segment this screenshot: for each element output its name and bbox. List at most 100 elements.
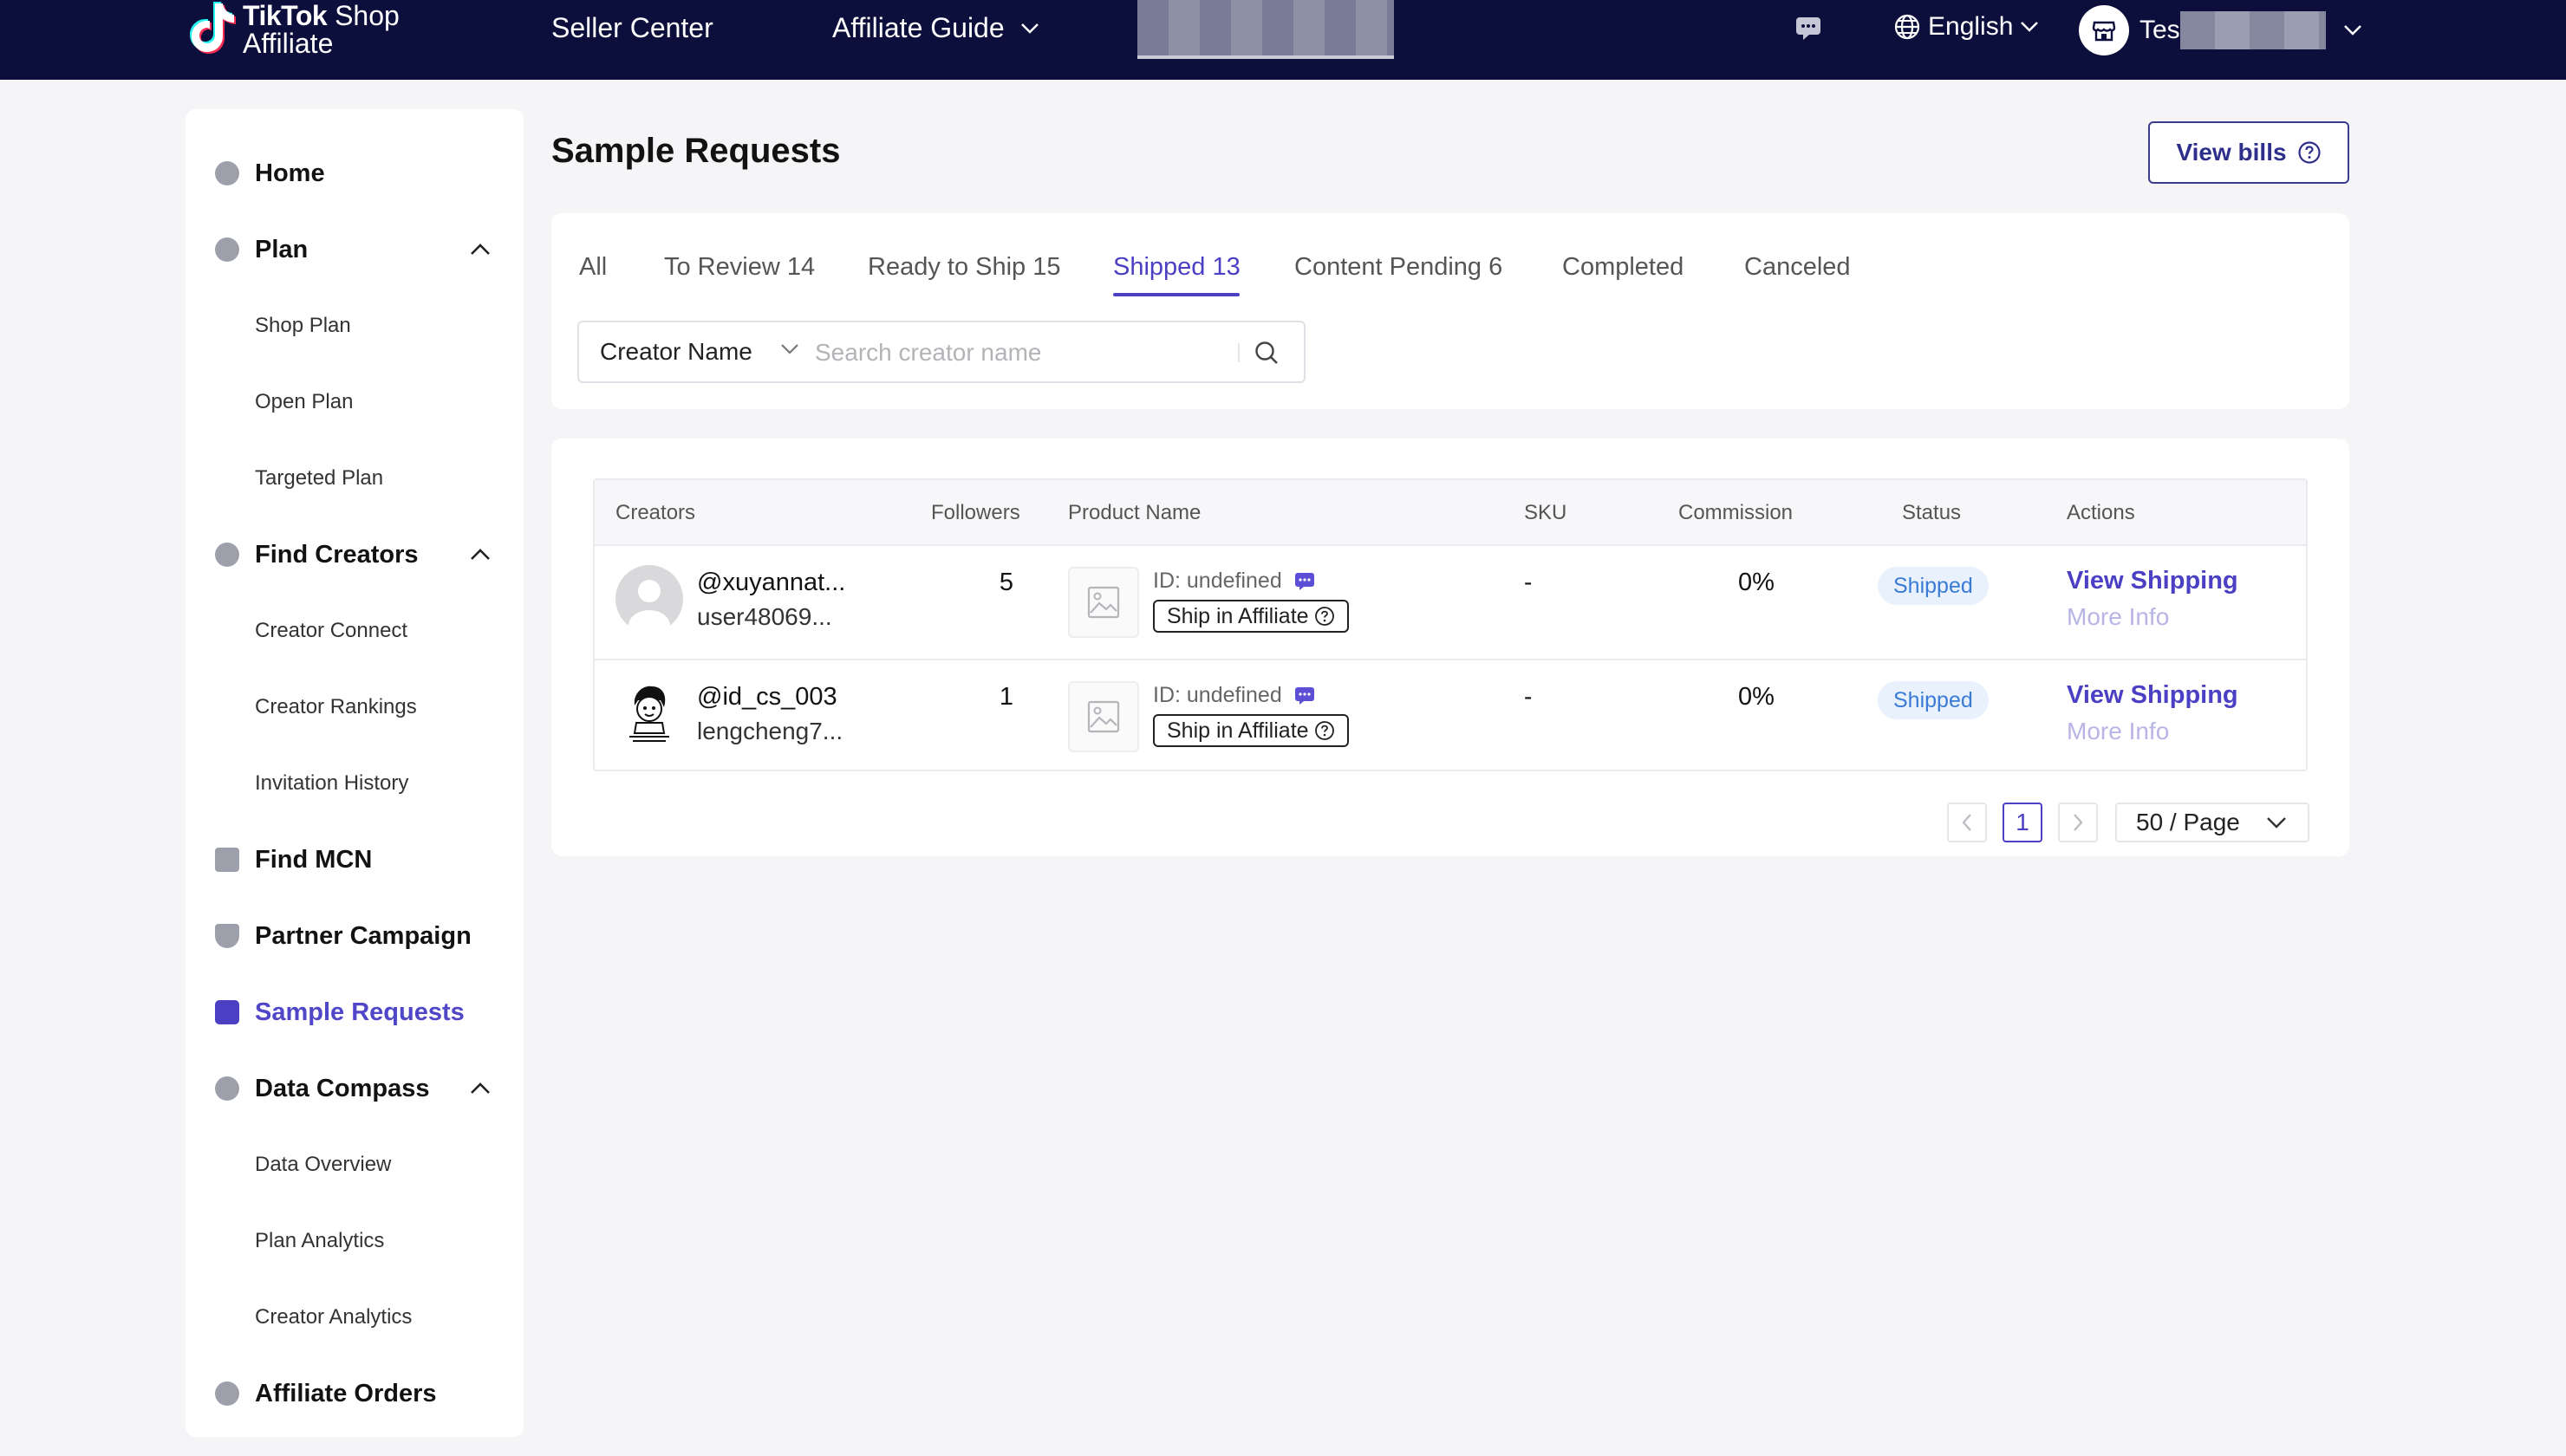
sidebar-subitem-label: Creator Rankings: [255, 695, 417, 718]
more-info-link[interactable]: More Info: [2067, 603, 2169, 631]
search-icon[interactable]: [1254, 340, 1280, 366]
product-id: ID: undefined: [1153, 569, 1315, 594]
tab-canceled[interactable]: Canceled: [1744, 253, 1851, 282]
chevron-left-icon: [1962, 814, 1971, 831]
sidebar-item-creator-connect[interactable]: Creator Connect: [186, 605, 524, 657]
chevron-down-icon[interactable]: [780, 343, 799, 355]
sample-requests-table-card: Creators Followers Product Name SKU Comm…: [551, 439, 2349, 856]
sample-icon: [215, 1000, 239, 1024]
sidebar-item-label: Plan: [255, 235, 309, 263]
chevron-down-icon: [2267, 817, 2286, 829]
sidebar-item-partner-campaign[interactable]: Partner Campaign: [186, 910, 524, 962]
compass-icon: [215, 1076, 239, 1101]
tab-completed[interactable]: Completed: [1562, 253, 1684, 282]
chevron-down-icon: [1020, 23, 1039, 34]
status-badge: Shipped: [1878, 681, 1989, 719]
sidebar-item-plan[interactable]: Plan: [186, 224, 524, 276]
help-circle-icon: [2297, 141, 2321, 164]
sidebar-item-creator-rankings[interactable]: Creator Rankings: [186, 681, 524, 733]
nav-affiliate-guide-label: Affiliate Guide: [832, 12, 1005, 43]
table-row: @xuyannat... user48069... 5 ID: undefine…: [595, 546, 2306, 659]
sidebar-subitem-label: Creator Analytics: [255, 1305, 413, 1329]
sidebar-subitem-label: Invitation History: [255, 771, 409, 795]
sidebar-item-find-mcn[interactable]: Find MCN: [186, 834, 524, 886]
creator-handle[interactable]: @id_cs_003: [697, 683, 837, 712]
sidebar-item-label: Sample Requests: [255, 998, 465, 1026]
tab-all[interactable]: All: [579, 253, 607, 282]
store-icon: [2092, 21, 2116, 42]
logo-text: TikTok Shop Affiliate: [243, 2, 400, 57]
campaign-icon: [215, 924, 239, 948]
account-menu[interactable]: Tes: [2079, 5, 2362, 55]
creator-search-bar: Creator Name: [577, 321, 1306, 383]
sidebar-item-shop-plan[interactable]: Shop Plan: [186, 300, 524, 352]
sidebar-item-invitation-history[interactable]: Invitation History: [186, 757, 524, 809]
sidebar-item-data-compass[interactable]: Data Compass: [186, 1063, 524, 1115]
redacted-nav-item[interactable]: [1137, 0, 1394, 59]
account-name: Tes: [2139, 16, 2180, 44]
logo-brand: TikTok: [243, 0, 328, 31]
search-divider: [1238, 343, 1240, 362]
sidebar-subitem-label: Data Overview: [255, 1153, 392, 1176]
chat-bubble-icon[interactable]: [1294, 572, 1315, 591]
ship-tag-label: Ship in Affiliate: [1167, 603, 1309, 628]
column-header-actions: Actions: [2067, 501, 2135, 524]
creator-avatar[interactable]: [615, 679, 683, 747]
sidebar-subitem-label: Creator Connect: [255, 619, 408, 642]
nav-seller-center[interactable]: Seller Center: [551, 12, 713, 44]
product-id: ID: undefined: [1153, 683, 1315, 708]
sidebar-item-targeted-plan[interactable]: Targeted Plan: [186, 452, 524, 504]
view-bills-button[interactable]: View bills: [2148, 121, 2349, 184]
view-bills-label: View bills: [2176, 139, 2287, 166]
mcn-icon: [215, 848, 239, 872]
creator-username: user48069...: [697, 603, 832, 630]
tab-content-pending[interactable]: Content Pending 6: [1294, 253, 1502, 282]
view-shipping-link[interactable]: View Shipping: [2067, 567, 2238, 595]
chat-bubble-icon[interactable]: [1294, 686, 1315, 705]
tab-ready-to-ship[interactable]: Ready to Ship 15: [868, 253, 1060, 282]
help-circle-icon[interactable]: [1314, 720, 1335, 741]
redacted-account-name: [2179, 11, 2326, 49]
page-size-select[interactable]: 50 / Page: [2115, 803, 2309, 842]
column-header-commission: Commission: [1678, 501, 1794, 524]
nav-affiliate-guide[interactable]: Affiliate Guide: [832, 12, 1039, 44]
sidebar-item-sample-requests[interactable]: Sample Requests: [186, 986, 524, 1038]
sidebar-item-data-overview[interactable]: Data Overview: [186, 1139, 524, 1191]
sidebar-item-plan-analytics[interactable]: Plan Analytics: [186, 1215, 524, 1267]
filter-card: All To Review 14 Ready to Ship 15 Shippe…: [551, 213, 2349, 409]
sidebar-item-affiliate-orders[interactable]: Affiliate Orders: [186, 1368, 524, 1420]
search-field-select[interactable]: Creator Name: [600, 338, 752, 366]
top-nav-bar: TikTok Shop Affiliate Seller Center Affi…: [0, 0, 2566, 80]
sample-requests-table: Creators Followers Product Name SKU Comm…: [593, 478, 2308, 771]
sidebar-item-label: Affiliate Orders: [255, 1379, 437, 1407]
creator-avatar[interactable]: [615, 565, 683, 633]
sidebar-item-creator-analytics[interactable]: Creator Analytics: [186, 1291, 524, 1343]
chevron-right-icon: [2074, 814, 2083, 831]
nav-seller-center-label: Seller Center: [551, 12, 713, 43]
product-id-label: ID: undefined: [1153, 683, 1282, 707]
sidebar-item-find-creators[interactable]: Find Creators: [186, 529, 524, 581]
sidebar-item-label: Find Creators: [255, 540, 419, 569]
pagination-next-button[interactable]: [2058, 803, 2098, 842]
search-input[interactable]: [815, 335, 1231, 371]
language-selector[interactable]: English: [1893, 12, 2039, 42]
view-shipping-link[interactable]: View Shipping: [2067, 681, 2238, 710]
creator-handle[interactable]: @xuyannat...: [697, 569, 845, 597]
pagination-prev-button[interactable]: [1947, 803, 1987, 842]
column-header-product-name: Product Name: [1068, 501, 1202, 524]
ship-in-affiliate-tag: Ship in Affiliate: [1153, 714, 1349, 747]
pagination-page-current[interactable]: 1: [2003, 803, 2042, 842]
commission-value: 0%: [1738, 569, 1775, 596]
tab-shipped[interactable]: Shipped 13: [1113, 253, 1241, 282]
column-header-followers: Followers: [931, 501, 1020, 524]
page-size-label: 50 / Page: [2136, 809, 2240, 835]
more-info-link[interactable]: More Info: [2067, 718, 2169, 745]
help-circle-icon[interactable]: [1314, 606, 1335, 627]
sidebar: Home Plan Shop Plan Open Plan Targeted P…: [186, 109, 524, 1437]
cartoon-avatar-icon: [615, 679, 683, 747]
tab-to-review[interactable]: To Review 14: [664, 253, 815, 282]
message-icon[interactable]: [1794, 16, 1822, 42]
logo-shop: Shop: [327, 0, 400, 31]
sidebar-item-open-plan[interactable]: Open Plan: [186, 376, 524, 428]
sidebar-item-home[interactable]: Home: [186, 147, 524, 199]
